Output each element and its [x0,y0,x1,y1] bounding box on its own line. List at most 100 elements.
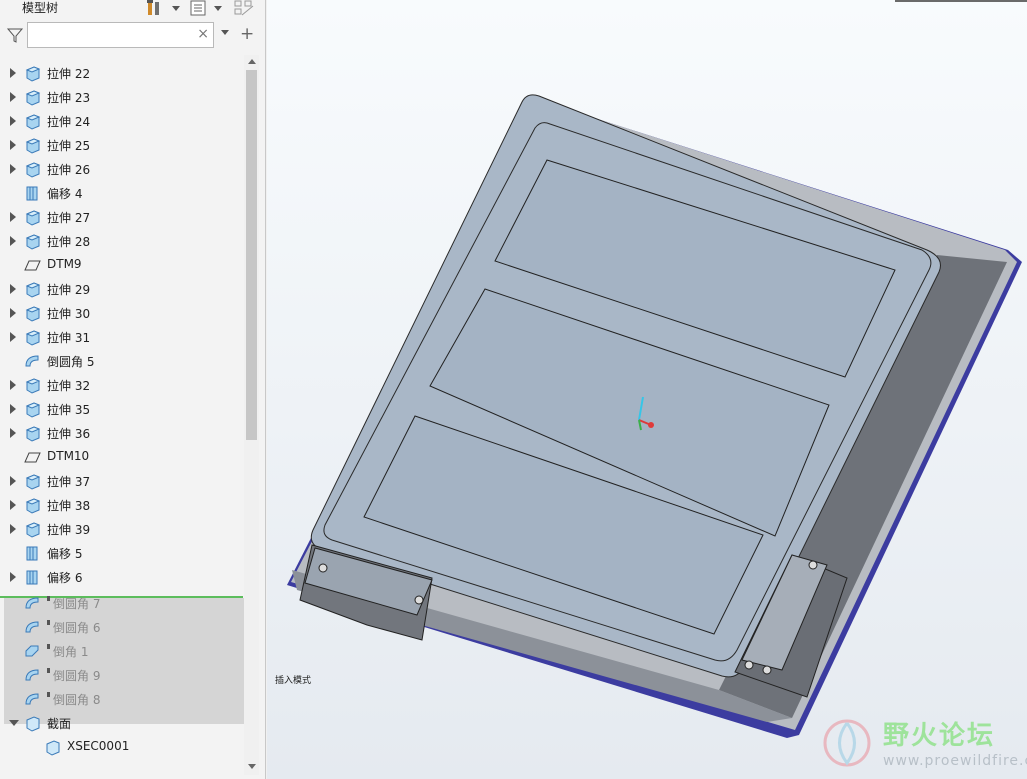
tree-item-label: 拉伸 25 [47,139,91,153]
tree-item[interactable]: 倒角 1 [0,639,243,663]
expand-arrow-icon[interactable] [10,92,16,102]
expand-arrow-icon[interactable] [10,212,16,222]
tree-item[interactable]: 拉伸 29 [0,277,243,301]
tree-item[interactable]: 倒圆角 5 [0,349,243,373]
expand-arrow-icon[interactable] [10,524,16,534]
tree-item[interactable]: 拉伸 28 [0,229,243,253]
extrude-icon [24,64,42,82]
tree-item-label: 拉伸 27 [47,211,91,225]
expand-arrow-icon[interactable] [10,380,16,390]
tree-item[interactable]: DTM9 [0,253,243,277]
tree-item[interactable]: 拉伸 27 [0,205,243,229]
collapse-arrow-icon[interactable] [9,720,19,726]
tree-item-label: 偏移 4 [47,187,83,201]
tree-item[interactable]: 拉伸 35 [0,397,243,421]
tree-item[interactable]: 拉伸 24 [0,109,243,133]
tree-item[interactable]: 偏移 4 [0,181,243,205]
tree-item[interactable]: XSEC0001 [0,735,243,759]
tree-item[interactable]: 偏移 6 [0,565,243,589]
settings-dropdown-icon[interactable] [214,6,222,11]
suppressed-mark-icon [47,668,50,673]
offset-icon [24,184,42,202]
add-filter-icon[interactable]: + [240,24,254,44]
tree-item[interactable]: 拉伸 32 [0,373,243,397]
tree-item[interactable]: 拉伸 26 [0,157,243,181]
extrude-icon [24,496,42,514]
datum-plane-icon [24,256,42,274]
search-input[interactable]: × [27,22,214,48]
tree-item[interactable]: DTM10 [0,445,243,469]
tree-item[interactable]: 拉伸 39 [0,517,243,541]
extrude-icon [24,328,42,346]
left-boss-hole [318,563,328,573]
tree-item-label: 拉伸 26 [47,163,91,177]
chamfer-icon [24,642,42,660]
expand-arrow-icon[interactable] [10,164,16,174]
expand-arrow-icon[interactable] [10,116,16,126]
tree-item-label: 拉伸 24 [47,115,91,129]
left-boss-hole [414,595,424,605]
expand-arrow-icon[interactable] [10,500,16,510]
scroll-thumb[interactable] [246,70,257,440]
extrude-icon [24,304,42,322]
filter-dropdown-icon[interactable] [221,30,229,35]
scroll-down-icon[interactable] [248,764,256,769]
tree-item-label: 拉伸 35 [47,403,91,417]
tree-item-label: 拉伸 36 [47,427,91,441]
tools-icon[interactable] [146,0,164,16]
tree-item[interactable]: 倒圆角 7 [0,591,243,615]
tree-item[interactable]: 拉伸 36 [0,421,243,445]
scroll-up-icon[interactable] [248,59,256,64]
round-icon [24,594,42,612]
extrude-icon [24,88,42,106]
show-hide-icon[interactable] [234,0,254,16]
tree-item[interactable]: 拉伸 22 [0,61,243,85]
tree-item[interactable]: 偏移 5 [0,541,243,565]
expand-arrow-icon[interactable] [10,68,16,78]
extrude-icon [24,232,42,250]
tree-item[interactable]: 拉伸 31 [0,325,243,349]
expand-arrow-icon[interactable] [10,236,16,246]
extrude-icon [24,280,42,298]
tree-item[interactable]: 拉伸 23 [0,85,243,109]
tree-item[interactable]: 截面 [0,711,243,735]
tree-item[interactable]: 拉伸 25 [0,133,243,157]
expand-arrow-icon[interactable] [10,476,16,486]
tree-item[interactable]: 拉伸 38 [0,493,243,517]
tools-dropdown-icon[interactable] [172,6,180,11]
expand-arrow-icon[interactable] [10,308,16,318]
round-icon [24,690,42,708]
expand-arrow-icon[interactable] [10,428,16,438]
extrude-icon [24,400,42,418]
tree-item[interactable]: 拉伸 30 [0,301,243,325]
model-3d-view[interactable] [267,0,1027,779]
right-boss-hole [808,560,818,570]
filter-icon[interactable] [6,26,24,44]
clear-icon[interactable]: × [197,26,209,42]
expand-arrow-icon[interactable] [10,140,16,150]
tree-item-label: 倒圆角 8 [53,693,101,707]
extrude-icon [24,376,42,394]
status-text: 插入模式 [275,676,312,686]
extrude-icon [24,112,42,130]
extrude-icon [24,160,42,178]
expand-arrow-icon[interactable] [10,404,16,414]
tree-item-label: 倒圆角 5 [47,355,95,369]
tree-settings-icon[interactable] [190,0,206,16]
expand-arrow-icon[interactable] [10,572,16,582]
expand-arrow-icon[interactable] [10,284,16,294]
offset-icon [24,544,42,562]
datum-plane-icon [24,448,42,466]
right-boss-hole [762,665,772,675]
extrude-icon [24,424,42,442]
tree-item[interactable]: 倒圆角 9 [0,663,243,687]
tree-item[interactable]: 拉伸 37 [0,469,243,493]
tree-item[interactable]: 倒圆角 6 [0,615,243,639]
expand-arrow-icon[interactable] [10,332,16,342]
tree-item[interactable]: 倒圆角 8 [0,687,243,711]
graphics-viewport[interactable]: 插入模式 野火论坛 www.proewildfire.cn [267,0,1027,779]
model-tree: 拉伸 22 拉伸 23 拉伸 24 拉伸 25 拉伸 26 偏移 4 拉伸 27 拉伸 28 D… [0,61,243,779]
section-icon [44,738,62,756]
tree-item-label: 拉伸 30 [47,307,91,321]
tree-scrollbar[interactable] [244,55,259,775]
